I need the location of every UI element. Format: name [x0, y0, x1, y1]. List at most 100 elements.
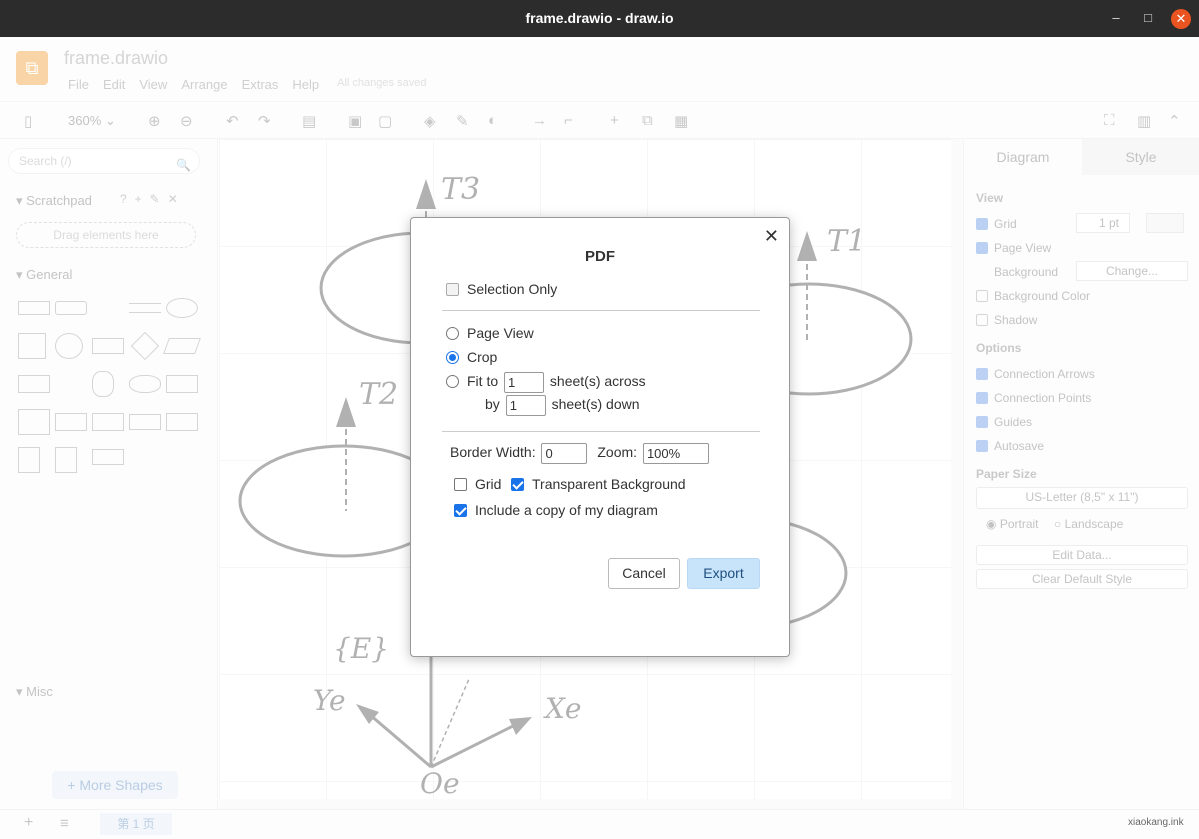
label-xe[interactable]: Xe: [545, 692, 582, 725]
shape-rounded-rectangle[interactable]: [55, 301, 87, 315]
edit-data-button[interactable]: Edit Data...: [976, 545, 1188, 565]
shape-note[interactable]: [18, 447, 40, 473]
background-color-option[interactable]: Background Color: [976, 289, 1090, 303]
crop-radio[interactable]: [446, 351, 459, 364]
autosave-option[interactable]: Autosave: [976, 439, 1044, 453]
shape-rectangle[interactable]: [18, 301, 50, 315]
more-shapes-button[interactable]: + More Shapes: [52, 771, 178, 799]
tab-style[interactable]: Style: [1082, 139, 1199, 175]
page-view-checkbox[interactable]: [976, 242, 988, 254]
general-title[interactable]: ▾ General: [16, 267, 72, 283]
maximize-icon[interactable]: □: [1140, 10, 1156, 26]
shape-text[interactable]: [92, 295, 124, 321]
zoom-select[interactable]: 360% ⌄: [68, 113, 116, 129]
guides-option[interactable]: Guides: [976, 415, 1032, 429]
change-background-button[interactable]: Change...: [1076, 261, 1188, 281]
format-panel-icon[interactable]: ▥: [1137, 112, 1151, 130]
connection-arrows-option[interactable]: Connection Arrows: [976, 367, 1095, 381]
shape-trapezoid[interactable]: [129, 414, 161, 430]
shape-circle[interactable]: [55, 333, 83, 359]
redo-icon[interactable]: ↷: [258, 112, 271, 130]
to-front-icon[interactable]: ▣: [348, 112, 362, 130]
table-icon[interactable]: ▦: [674, 112, 688, 130]
shadow-option[interactable]: Shadow: [976, 313, 1037, 327]
grid-option[interactable]: Grid: [976, 217, 1017, 231]
fullscreen-icon[interactable]: ⛶: [1104, 112, 1115, 129]
guides-checkbox[interactable]: [976, 416, 988, 428]
crop-radio-option[interactable]: Crop: [446, 349, 497, 365]
shape-card[interactable]: [55, 447, 77, 473]
connection-points-option[interactable]: Connection Points: [976, 391, 1091, 405]
sheets-across-input[interactable]: 1: [504, 372, 545, 393]
label-t2[interactable]: T2: [359, 377, 398, 412]
connection-points-checkbox[interactable]: [976, 392, 988, 404]
menu-file[interactable]: File: [68, 77, 89, 92]
fit-to-radio-option[interactable]: Fit to 1 sheet(s) across: [446, 372, 646, 393]
waypoints-icon[interactable]: ⌐: [564, 112, 573, 129]
export-button[interactable]: Export: [687, 558, 760, 589]
document-title[interactable]: frame.drawio: [64, 48, 168, 69]
shape-cloud[interactable]: [129, 375, 161, 393]
line-color-icon[interactable]: ✎: [456, 112, 469, 130]
shape-process[interactable]: [92, 338, 124, 354]
background-color-checkbox[interactable]: [976, 290, 988, 302]
landscape-option[interactable]: ○ Landscape: [1054, 517, 1123, 531]
shape-parallelogram[interactable]: [163, 338, 201, 354]
collapse-icon[interactable]: ⌃: [1168, 112, 1181, 130]
zoom-input[interactable]: 100%: [642, 443, 709, 464]
shape-hexagon[interactable]: [18, 375, 50, 393]
transparent-background-option[interactable]: Transparent Background: [511, 476, 686, 492]
clear-default-style-button[interactable]: Clear Default Style: [976, 569, 1188, 589]
shape-square[interactable]: [18, 333, 46, 359]
scratchpad-title[interactable]: ▾ Scratchpad: [16, 193, 92, 209]
insert-icon[interactable]: +: [610, 112, 619, 129]
selection-only-checkbox[interactable]: [446, 283, 459, 296]
scratchpad-dropzone[interactable]: Drag elements here: [16, 222, 196, 248]
connection-arrows-checkbox[interactable]: [976, 368, 988, 380]
undo-icon[interactable]: ↶: [226, 112, 239, 130]
menu-view[interactable]: View: [139, 77, 167, 92]
add-page-icon[interactable]: +: [24, 814, 33, 832]
zoom-out-icon[interactable]: ⊖: [180, 112, 193, 130]
dialog-close-icon[interactable]: ✕: [764, 226, 779, 247]
scratchpad-actions[interactable]: ?+✎✕: [120, 192, 186, 206]
minimize-icon[interactable]: –: [1108, 10, 1124, 26]
shape-cylinder[interactable]: [92, 371, 114, 397]
label-frame-e[interactable]: {E}: [333, 632, 389, 665]
fit-to-radio[interactable]: [446, 375, 459, 389]
zoom-in-icon[interactable]: ⊕: [148, 112, 161, 130]
page-view-radio[interactable]: [446, 327, 459, 340]
label-t1[interactable]: T1: [827, 224, 866, 259]
shape-triangle[interactable]: [55, 371, 87, 397]
include-copy-option[interactable]: Include a copy of my diagram: [454, 502, 658, 518]
shape-ellipse[interactable]: [166, 298, 198, 318]
shape-actor[interactable]: [129, 447, 161, 473]
shape-callout[interactable]: [92, 449, 124, 465]
transparent-background-checkbox[interactable]: [511, 478, 524, 491]
grid-checkbox[interactable]: [976, 218, 988, 230]
menu-extras[interactable]: Extras: [242, 77, 279, 92]
grid-checkbox-option[interactable]: Grid: [454, 476, 501, 492]
misc-title[interactable]: ▾ Misc: [16, 684, 53, 700]
page-view-radio-option[interactable]: Page View: [446, 325, 534, 341]
shape-tape[interactable]: [166, 413, 198, 431]
grid-color-button[interactable]: [1146, 213, 1184, 233]
shape-textbox[interactable]: [129, 303, 161, 313]
delete-icon[interactable]: ▤: [302, 112, 316, 130]
sheets-down-input[interactable]: 1: [505, 395, 546, 416]
shape-or[interactable]: [166, 447, 198, 473]
page-view-option[interactable]: Page View: [976, 241, 1051, 255]
selection-only-option[interactable]: Selection Only: [446, 281, 557, 297]
window-close-icon[interactable]: ✕: [1171, 9, 1191, 29]
menu-edit[interactable]: Edit: [103, 77, 125, 92]
shadow-checkbox[interactable]: [976, 314, 988, 326]
label-oe[interactable]: Oe: [420, 767, 460, 800]
grid-export-checkbox[interactable]: [454, 478, 467, 491]
shape-search-input[interactable]: Search (/) 🔍: [8, 148, 200, 174]
shape-document[interactable]: [166, 375, 198, 393]
shapes-icon[interactable]: ⧉: [642, 112, 653, 129]
grid-size-input[interactable]: 1 pt: [1076, 213, 1130, 233]
shape-diamond[interactable]: [130, 331, 160, 361]
pages-menu-icon[interactable]: ≡: [60, 815, 69, 832]
sidebar-toggle-icon[interactable]: ▯: [24, 112, 32, 130]
